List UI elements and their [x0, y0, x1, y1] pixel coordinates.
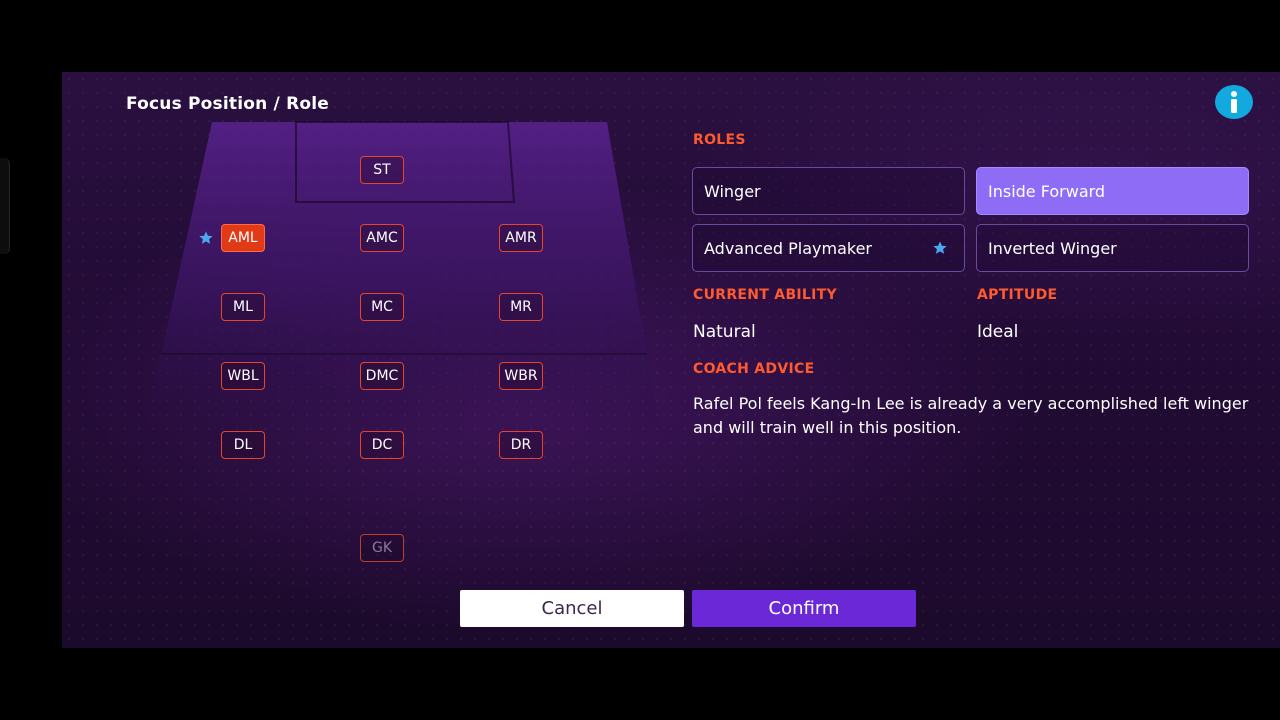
focus-position-dialog: Focus Position / Role ST AML AMC AMR ML … [62, 72, 1280, 648]
position-aml[interactable]: AML [221, 224, 265, 252]
position-wbr[interactable]: WBR [499, 362, 543, 390]
star-icon [933, 241, 947, 254]
roles-heading: ROLES [693, 132, 746, 148]
info-button[interactable] [1215, 85, 1253, 119]
position-mr[interactable]: MR [499, 293, 543, 321]
role-winger[interactable]: Winger [692, 167, 965, 215]
aptitude-heading: APTITUDE [977, 287, 1058, 303]
confirm-button[interactable]: Confirm [692, 590, 916, 627]
position-st[interactable]: ST [360, 156, 404, 184]
info-icon [1231, 91, 1237, 113]
position-amr[interactable]: AMR [499, 224, 543, 252]
coach-advice-text: Rafel Pol feels Kang-In Lee is already a… [693, 394, 1249, 437]
page-title: Focus Position / Role [126, 94, 330, 114]
position-dl[interactable]: DL [221, 431, 265, 459]
position-dr[interactable]: DR [499, 431, 543, 459]
current-ability-value: Natural [693, 322, 756, 342]
role-inside-forward[interactable]: Inside Forward [976, 167, 1249, 215]
position-mc[interactable]: MC [360, 293, 404, 321]
coach-advice-heading: COACH ADVICE [693, 361, 815, 377]
role-inverted-winger[interactable]: Inverted Winger [976, 224, 1249, 272]
position-dc[interactable]: DC [360, 431, 404, 459]
cancel-button[interactable]: Cancel [460, 590, 684, 627]
position-ml[interactable]: ML [221, 293, 265, 321]
side-tab [0, 158, 10, 254]
role-label: Inside Forward [988, 181, 1106, 201]
position-dmc[interactable]: DMC [360, 362, 404, 390]
current-ability-heading: CURRENT ABILITY [693, 287, 837, 303]
position-gk: GK [360, 534, 404, 562]
aptitude-value: Ideal [977, 322, 1019, 342]
position-wbl[interactable]: WBL [221, 362, 265, 390]
role-label: Inverted Winger [988, 238, 1117, 258]
role-advanced-playmaker[interactable]: Advanced Playmaker [692, 224, 965, 272]
star-icon [199, 231, 213, 244]
position-amc[interactable]: AMC [360, 224, 404, 252]
role-label: Winger [704, 181, 761, 201]
role-label: Advanced Playmaker [704, 238, 872, 258]
